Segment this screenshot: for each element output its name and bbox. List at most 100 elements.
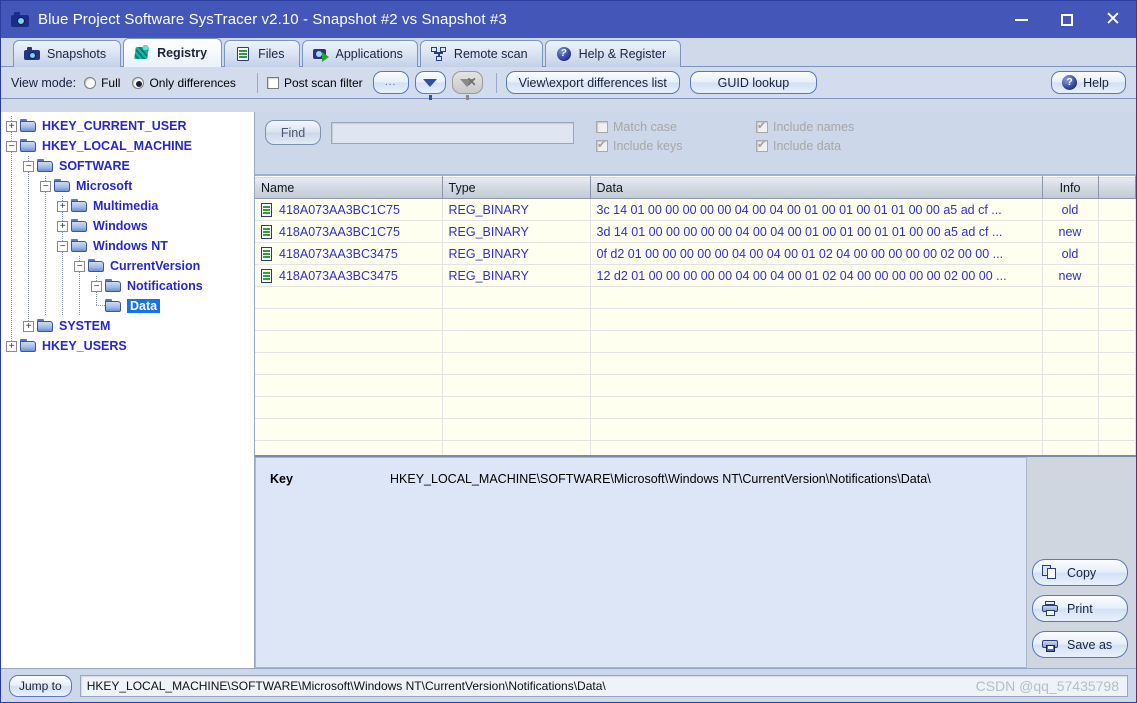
tree-item-currentversion[interactable]: − CurrentVersion [1,256,254,276]
find-bar: Find Match case Include names Include ke… [255,112,1136,175]
view-mode-label: View mode: [11,75,77,90]
find-input[interactable] [331,122,574,144]
column-header-name[interactable]: Name [255,176,443,199]
view-export-differences-button[interactable]: View\export differences list [505,71,680,94]
save-as-button[interactable]: Save as [1032,631,1128,658]
tree-item-multimedia[interactable]: + Multimedia [1,196,254,216]
tree-item-label: HKEY_LOCAL_MACHINE [42,139,193,153]
funnel-icon [423,78,438,100]
tree-expander[interactable]: − [54,236,71,256]
table-row-empty [255,286,1136,309]
apply-filter-button[interactable] [414,71,446,100]
table-row[interactable]: 418A073AA3BC3475 REG_BINARY 12 d2 01 00 … [255,264,1136,287]
application-icon [312,46,329,62]
tree-expander[interactable]: + [3,116,20,136]
tree-item-label: SOFTWARE [59,159,130,173]
tree-expander[interactable]: + [54,216,71,236]
cell-type: REG_BINARY [442,242,591,265]
values-table[interactable]: Name Type Data Info 418A073AA3BC1C75 REG… [255,175,1136,455]
tree-indent [71,296,88,316]
tree-item-software[interactable]: − SOFTWARE [1,156,254,176]
printer-icon [1042,600,1060,617]
tree-indent [3,276,20,296]
table-row-empty [255,352,1136,375]
tab-label: Snapshots [47,47,107,61]
copy-button[interactable]: Copy [1032,559,1128,586]
maximize-button[interactable] [1044,1,1090,38]
current-path-field[interactable]: HKEY_LOCAL_MACHINE\SOFTWARE\Microsoft\Wi… [79,674,1128,697]
registry-values-pane: Find Match case Include names Include ke… [255,112,1136,668]
table-row-empty [255,330,1136,353]
tab-files[interactable]: Files [224,40,300,67]
tree-item-system[interactable]: + SYSTEM [1,316,254,336]
print-button[interactable]: Print [1032,595,1128,622]
column-header-info[interactable]: Info [1042,176,1099,199]
tree-item-label: SYSTEM [59,319,111,333]
tree-item-windows[interactable]: + Windows [1,216,254,236]
clear-filter-button: ✕ [451,71,483,100]
checkbox-match-case: Match case [596,120,746,134]
tree-indent [20,256,37,276]
table-row[interactable]: 418A073AA3BC3475 REG_BINARY 0f d2 01 00 … [255,242,1136,265]
cell-info: new [1042,264,1099,287]
tab-label: Remote scan [453,47,528,61]
tab-registry[interactable]: Registry [123,38,223,67]
tab-remote-scan[interactable]: Remote scan [419,40,543,67]
minimize-button[interactable] [998,1,1044,38]
registry-tree[interactable]: + HKEY_CURRENT_USER − HKEY_LOCAL_MACHINE… [1,112,255,668]
detail-key-value: HKEY_LOCAL_MACHINE\SOFTWARE\Microsoft\Wi… [390,472,931,486]
tree-expander[interactable]: − [71,256,88,276]
detail-key-area: Key HKEY_LOCAL_MACHINE\SOFTWARE\Microsof… [255,457,1027,668]
tree-indent [37,216,54,236]
tab-snapshots[interactable]: Snapshots [13,40,122,67]
column-header-extra[interactable] [1098,176,1136,199]
tree-expander[interactable]: + [3,336,20,356]
column-header-data[interactable]: Data [590,176,1043,199]
radio-label: Full [101,75,121,90]
checkbox-label: Post scan filter [283,75,363,90]
tree-indent [54,276,71,296]
tree-expander[interactable]: + [54,196,71,216]
tree-expander[interactable]: − [88,276,105,296]
guid-lookup-button[interactable]: GUID lookup [689,71,817,94]
tree-expander[interactable]: − [20,156,37,176]
tree-indent [37,256,54,276]
tree-indent [20,196,37,216]
help-button[interactable]: ? Help [1051,71,1126,94]
find-button[interactable]: Find [265,120,321,145]
close-button[interactable]: ✕ [1090,1,1136,38]
tree-item-label: HKEY_CURRENT_USER [42,119,187,133]
tree-item-microsoft[interactable]: − Microsoft [1,176,254,196]
tree-item-windows-nt[interactable]: − Windows NT [1,236,254,256]
tree-item-data[interactable]: Data [1,296,254,316]
ellipsis-label: ... [384,77,397,88]
table-row[interactable]: 418A073AA3BC1C75 REG_BINARY 3c 14 01 00 … [255,198,1136,221]
tab-label: Help & Register [578,47,667,61]
jump-to-button[interactable]: Jump to [9,674,72,697]
table-row[interactable]: 418A073AA3BC1C75 REG_BINARY 3d 14 01 00 … [255,220,1136,243]
tab-help-register[interactable]: ? Help & Register [544,40,682,67]
tree-item-hkey-local-machine[interactable]: − HKEY_LOCAL_MACHINE [1,136,254,156]
tab-applications[interactable]: Applications [301,40,418,67]
checkbox-post-scan-filter[interactable]: Post scan filter [266,75,363,90]
tree-expander[interactable]: + [20,316,37,336]
tree-expander[interactable]: − [3,136,20,156]
table-row-empty [255,308,1136,331]
radio-only-differences[interactable]: Only differences [132,76,236,90]
checkbox-include-data: Include data [756,138,906,153]
tree-indent [54,256,71,276]
cell-extra [1098,220,1136,243]
tree-indent [71,276,88,296]
folder-icon [105,279,122,293]
radio-full[interactable]: Full [84,76,120,90]
column-header-type[interactable]: Type [442,176,591,199]
tree-item-hkey-users[interactable]: + HKEY_USERS [1,336,254,356]
tree-item-notifications[interactable]: − Notifications [1,276,254,296]
current-path-text: HKEY_LOCAL_MACHINE\SOFTWARE\Microsoft\Wi… [86,678,606,693]
network-icon [430,46,447,62]
tree-indent [37,236,54,256]
tree-item-label: Windows NT [93,239,168,253]
post-scan-filter-options-button[interactable]: ... [372,71,409,94]
tree-item-hkey-current-user[interactable]: + HKEY_CURRENT_USER [1,116,254,136]
tree-expander[interactable]: − [37,176,54,196]
